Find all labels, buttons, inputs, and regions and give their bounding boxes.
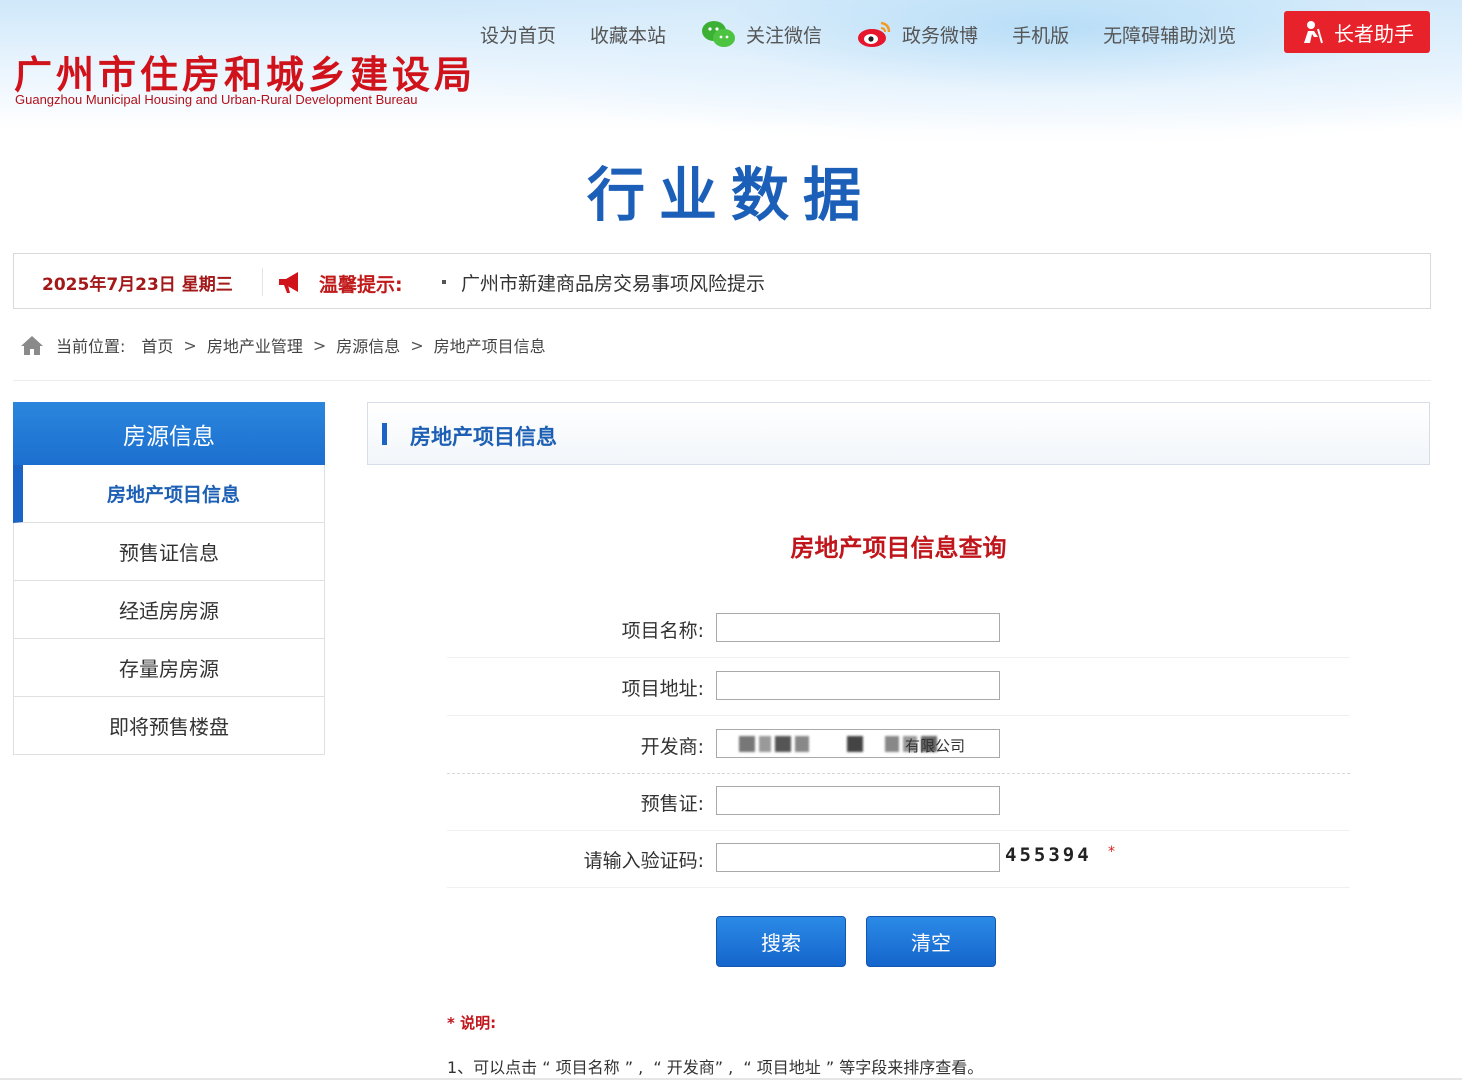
- breadcrumb-prefix: 当前位置:: [56, 337, 126, 356]
- weibo-link[interactable]: 政务微博: [856, 19, 978, 49]
- top-nav: 设为首页 收藏本站 关注微信 政务微博 手机版 无障碍辅助浏览: [480, 14, 1270, 54]
- search-button[interactable]: 搜索: [716, 916, 846, 967]
- breadcrumb-separator: >: [183, 335, 197, 355]
- home-icon: [20, 334, 44, 356]
- notice-label: 温馨提示:: [319, 274, 403, 296]
- captcha-label: 请输入验证码:: [583, 850, 704, 872]
- form-row-captcha: 请输入验证码: 455394 *: [447, 830, 1350, 888]
- divider: [13, 380, 1431, 381]
- sidebar-item-label: 经适房房源: [119, 599, 219, 623]
- breadcrumb-separator: >: [312, 335, 327, 355]
- panel-header: 房地产项目信息: [367, 402, 1430, 465]
- sidebar-item-existing-housing[interactable]: 存量房房源: [13, 639, 325, 697]
- sidebar-item-label: 房地产项目信息: [106, 484, 240, 506]
- required-mark: *: [1108, 844, 1115, 860]
- captcha-input[interactable]: [716, 843, 1000, 872]
- sidebar-item-affordable-housing[interactable]: 经适房房源: [13, 581, 325, 639]
- wechat-label: 关注微信: [746, 24, 823, 47]
- current-date: 2025年7月23日 星期三: [42, 275, 233, 295]
- form-row-project-name: 项目名称:: [447, 600, 1350, 658]
- wechat-link[interactable]: 关注微信: [700, 19, 822, 49]
- sidebar-item-presale-permit[interactable]: 预售证信息: [13, 523, 325, 581]
- captcha-code[interactable]: 455394: [1005, 844, 1092, 866]
- bullet-icon: [442, 280, 446, 284]
- elder-assistant-label: 长者助手: [1334, 21, 1414, 46]
- megaphone-icon: [276, 268, 304, 300]
- sidebar-title: 房源信息: [13, 402, 325, 465]
- notice-divider: [262, 268, 263, 296]
- form-row-presale-permit: 预售证:: [447, 773, 1350, 831]
- site-logo-english: Guangzhou Municipal Housing and Urban-Ru…: [15, 92, 418, 107]
- mobile-version-label: 手机版: [1012, 24, 1070, 47]
- mobile-version-link[interactable]: 手机版: [1012, 21, 1069, 48]
- wechat-icon: [700, 19, 736, 49]
- project-name-label: 项目名称:: [621, 620, 704, 642]
- notice-link[interactable]: 广州市新建商品房交易事项风险提示: [461, 269, 765, 296]
- sidebar: 房源信息 房地产项目信息 预售证信息 经适房房源 存量房房源 即将预售楼盘: [13, 402, 325, 755]
- set-homepage-label: 设为首页: [480, 24, 557, 47]
- sidebar-item-label: 即将预售楼盘: [109, 715, 229, 739]
- panel-accent-bar: [382, 423, 387, 445]
- notice-bar: 2025年7月23日 星期三 温馨提示: 广州市新建商品房交易事项风险提示: [13, 253, 1431, 309]
- panel-title: 房地产项目信息: [410, 425, 557, 449]
- page-title: 行业数据: [586, 161, 875, 229]
- project-name-input[interactable]: [716, 613, 1000, 642]
- breadcrumb-housing-info[interactable]: 房源信息: [336, 333, 400, 357]
- form-row-developer: 开发商: 有限公司: [447, 716, 1350, 774]
- form-title: 房地产项目信息查询: [790, 534, 1007, 562]
- presale-permit-input[interactable]: [716, 786, 1000, 815]
- breadcrumb-real-estate-management[interactable]: 房地产业管理: [207, 333, 303, 357]
- bookmark-label: 收藏本站: [590, 24, 667, 47]
- accessibility-label: 无障碍辅助浏览: [1103, 24, 1237, 47]
- elder-assistant-button[interactable]: 长者助手: [1284, 11, 1430, 53]
- breadcrumb-current[interactable]: 房地产项目信息: [434, 333, 546, 357]
- breadcrumb-home[interactable]: 首页: [141, 333, 173, 357]
- project-address-label: 项目地址:: [621, 678, 704, 700]
- sidebar-item-upcoming-presale[interactable]: 即将预售楼盘: [13, 697, 325, 755]
- bookmark-link[interactable]: 收藏本站: [590, 21, 666, 48]
- sidebar-item-project-info[interactable]: 房地产项目信息: [13, 465, 325, 523]
- accessibility-link[interactable]: 无障碍辅助浏览: [1103, 21, 1236, 48]
- sidebar-item-label: 存量房房源: [119, 657, 219, 681]
- project-address-input[interactable]: [716, 671, 1000, 700]
- site-logo[interactable]: 广州市住房和城乡建设局: [14, 44, 476, 99]
- breadcrumb-separator: >: [410, 335, 424, 355]
- weibo-icon: [856, 19, 892, 49]
- sidebar-item-label: 预售证信息: [119, 541, 219, 565]
- developer-label: 开发商:: [640, 736, 704, 758]
- weibo-label: 政务微博: [902, 24, 979, 47]
- developer-value: 有限公司: [905, 737, 966, 755]
- clear-button[interactable]: 清空: [866, 916, 996, 967]
- presale-permit-label: 预售证:: [640, 793, 704, 815]
- breadcrumb: 当前位置: 首页 > 房地产业管理 > 房源信息 > 房地产项目信息: [20, 333, 546, 357]
- notes-title: * 说明:: [447, 1014, 497, 1032]
- elder-icon: [1300, 19, 1326, 45]
- developer-input[interactable]: 有限公司: [716, 729, 1000, 758]
- notes-line-1: 1、可以点击 “ 项目名称 ” , “ 开发商” , “ 项目地址 ” 等字段来…: [447, 1058, 984, 1077]
- set-homepage-link[interactable]: 设为首页: [480, 21, 556, 48]
- form-row-project-address: 项目地址:: [447, 658, 1350, 716]
